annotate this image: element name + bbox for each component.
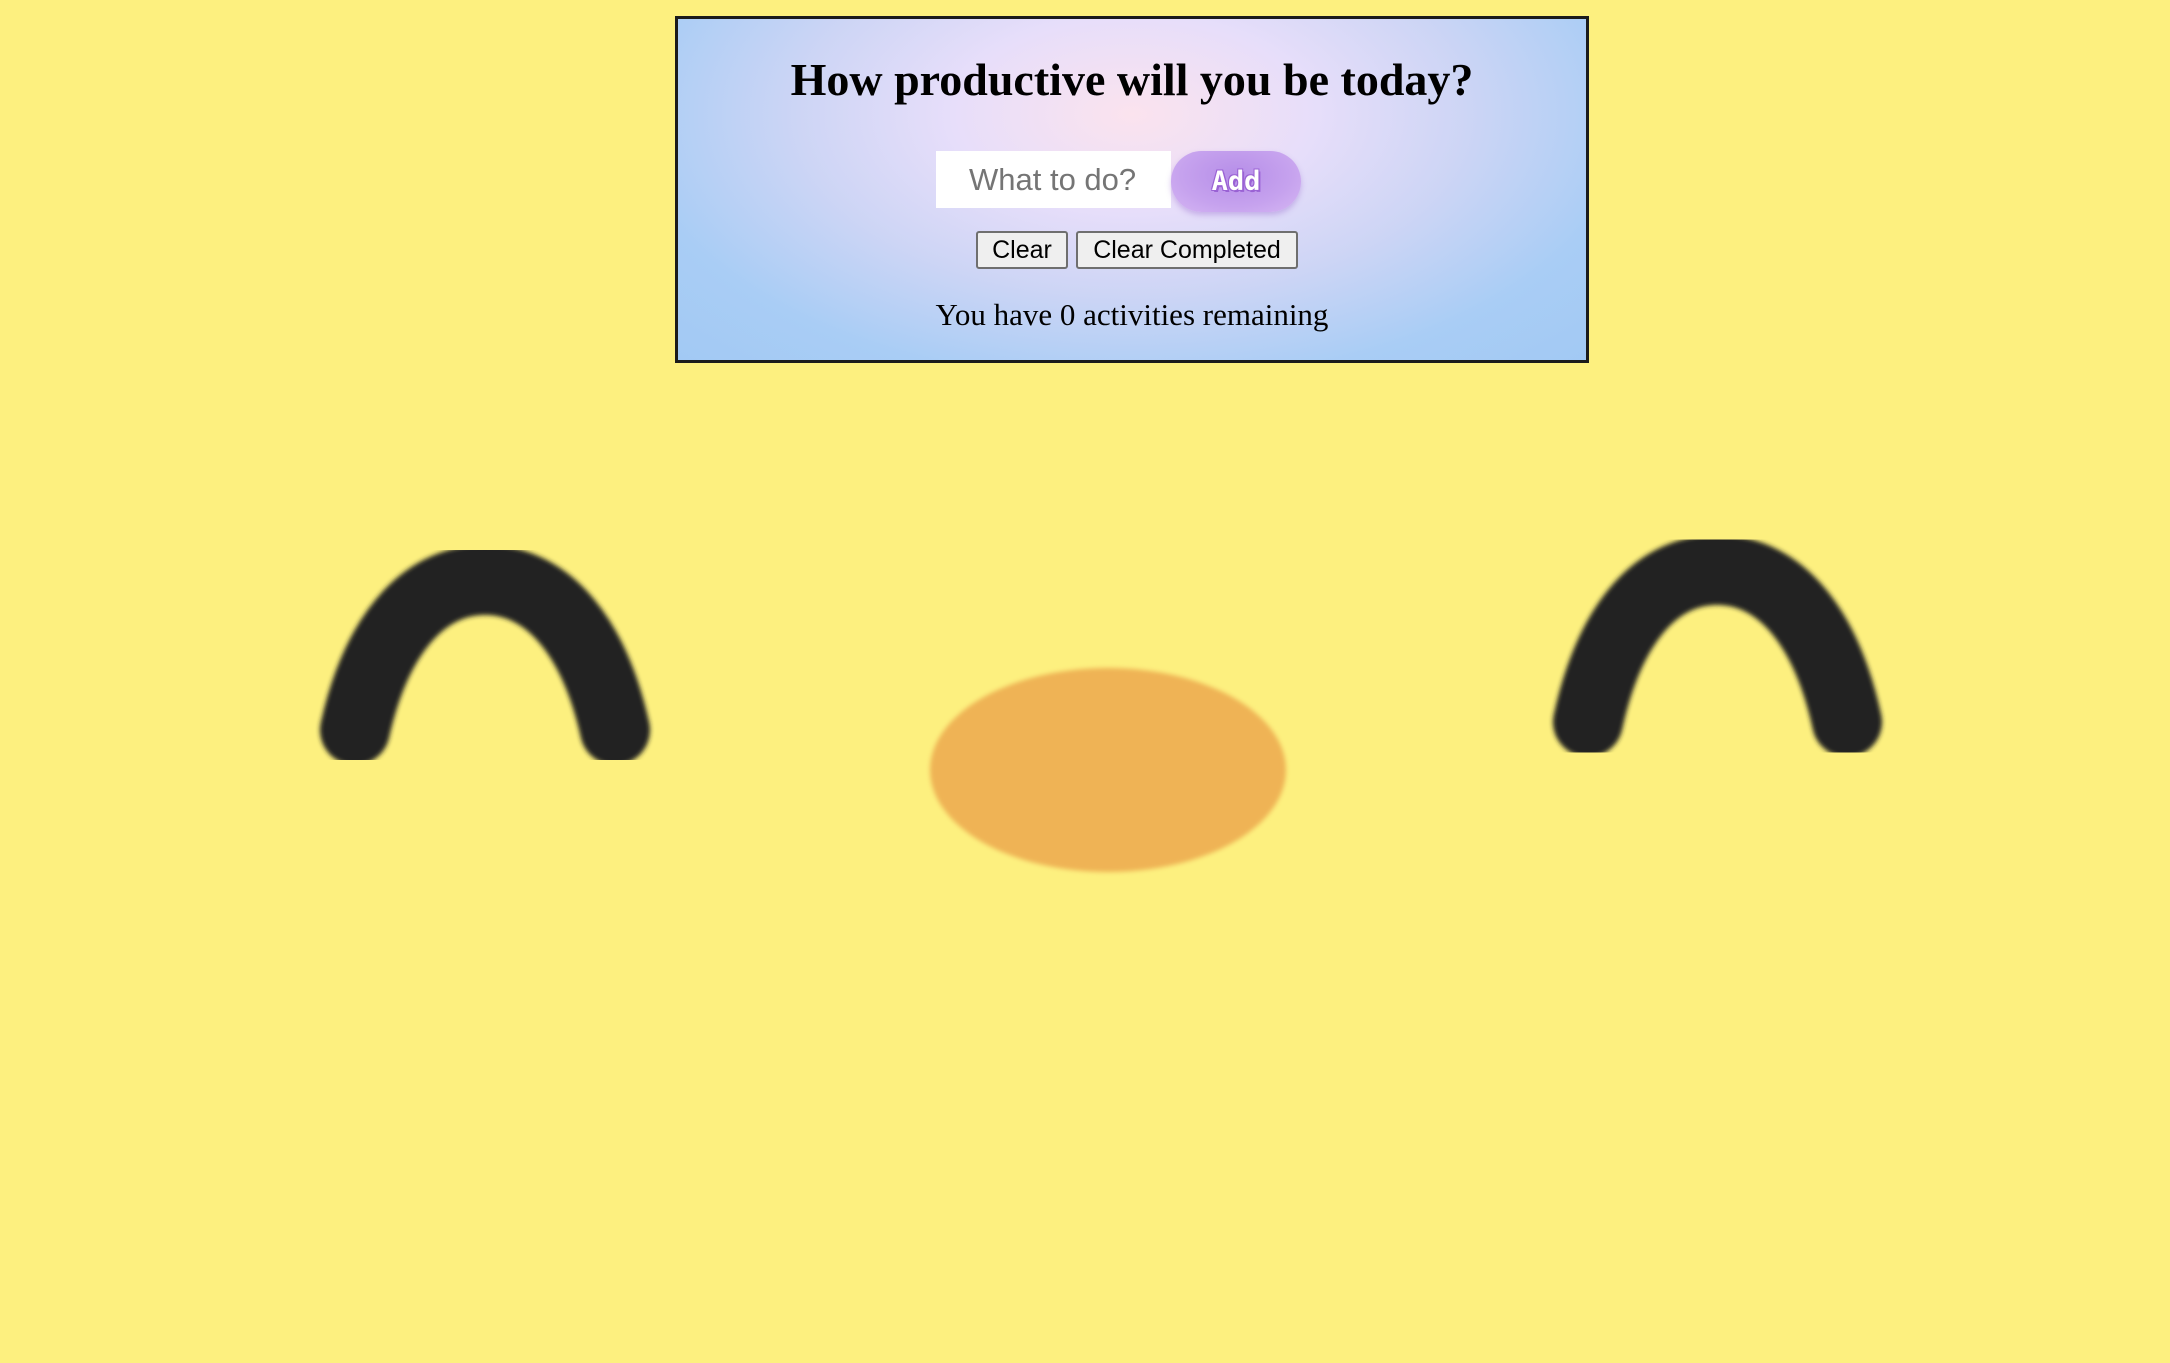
clear-completed-button[interactable]: Clear Completed: [1076, 231, 1298, 269]
remaining-count-text: You have 0 activities remaining: [935, 297, 1329, 332]
clear-button[interactable]: Clear: [976, 231, 1068, 269]
left-eye-icon: [320, 544, 650, 765]
page-title: How productive will you be today?: [790, 54, 1474, 105]
todo-input[interactable]: [936, 151, 1171, 208]
add-button[interactable]: Add: [1171, 151, 1301, 212]
todo-card: How productive will you be today? Add Cl…: [675, 16, 1589, 363]
beak-icon: [930, 668, 1286, 872]
right-eye-icon: [1553, 534, 1882, 757]
